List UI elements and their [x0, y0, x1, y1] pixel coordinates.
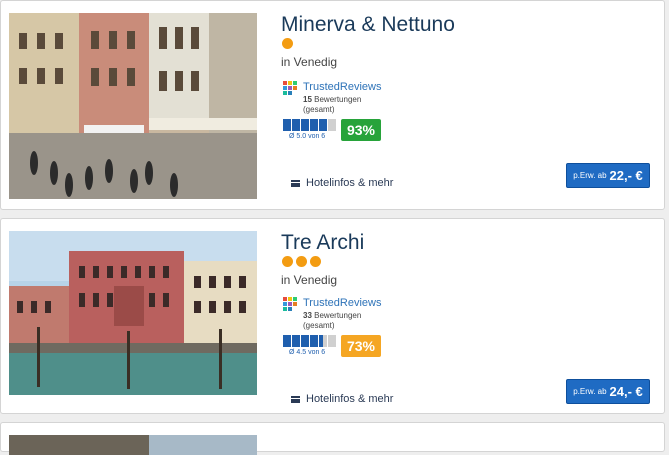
- review-count: 15 Bewertungen (gesamt): [303, 95, 362, 114]
- star-rating: [282, 38, 293, 49]
- rating-bar-segment: [328, 335, 336, 347]
- trustedreviews-logo-icon: [283, 297, 297, 311]
- price-amount: 22,- €: [609, 168, 643, 183]
- star-icon: [310, 256, 321, 267]
- hotel-photo[interactable]: [9, 13, 257, 199]
- menu-icon: [291, 179, 300, 187]
- rating-bar-segment: [301, 119, 309, 131]
- hotel-location: in Venedig: [281, 273, 338, 287]
- hotel-photo[interactable]: [9, 435, 257, 455]
- rating-bar-segment: [319, 119, 327, 131]
- rating-bars: [283, 335, 336, 347]
- review-count: 33 Bewertungen (gesamt): [303, 311, 362, 330]
- hotel-card: [0, 422, 665, 455]
- rating-bar-segment: [301, 335, 309, 347]
- rating-bar-segment: [283, 335, 291, 347]
- hotel-info-link[interactable]: Hotelinfos & mehr: [291, 177, 393, 189]
- average-rating: Ø 4.5 von 6: [289, 349, 326, 356]
- hotel-name[interactable]: Minerva & Nettuno: [281, 13, 455, 37]
- hotel-card: Tre Archi in Venedig TrustedReviews 33 B…: [0, 218, 665, 414]
- reviews-brand[interactable]: TrustedReviews: [303, 81, 381, 93]
- recommendation-score: 93%: [341, 119, 381, 141]
- hotel-location: in Venedig: [281, 55, 338, 69]
- star-rating: [282, 256, 321, 267]
- average-rating: Ø 5.0 von 6: [289, 133, 326, 140]
- rating-bar-segment: [328, 119, 336, 131]
- hotel-card: Minerva & Nettuno in Venedig TrustedRevi…: [0, 0, 665, 210]
- reviews-brand[interactable]: TrustedReviews: [303, 297, 381, 309]
- star-icon: [282, 256, 293, 267]
- rating-bar-segment: [292, 119, 300, 131]
- hotel-name[interactable]: Tre Archi: [281, 231, 364, 255]
- rating-bar-segment: [319, 335, 327, 347]
- hotel-photo[interactable]: [9, 231, 257, 395]
- price-amount: 24,- €: [609, 384, 643, 399]
- rating-bar-segment: [283, 119, 291, 131]
- rating-bar-segment: [310, 335, 318, 347]
- price-button[interactable]: p.Erw. ab 22,- €: [566, 163, 650, 188]
- star-icon: [296, 256, 307, 267]
- trustedreviews-logo-icon: [283, 81, 297, 95]
- price-button[interactable]: p.Erw. ab 24,- €: [566, 379, 650, 404]
- price-prefix: p.Erw. ab: [573, 171, 607, 180]
- recommendation-score: 73%: [341, 335, 381, 357]
- hotel-info-link[interactable]: Hotelinfos & mehr: [291, 393, 393, 405]
- rating-bars: [283, 119, 336, 131]
- hotel-info-label: Hotelinfos & mehr: [306, 177, 394, 189]
- star-icon: [282, 38, 293, 49]
- price-prefix: p.Erw. ab: [573, 387, 607, 396]
- hotel-info-label: Hotelinfos & mehr: [306, 393, 394, 405]
- menu-icon: [291, 395, 300, 403]
- rating-bar-segment: [292, 335, 300, 347]
- rating-bar-segment: [310, 119, 318, 131]
